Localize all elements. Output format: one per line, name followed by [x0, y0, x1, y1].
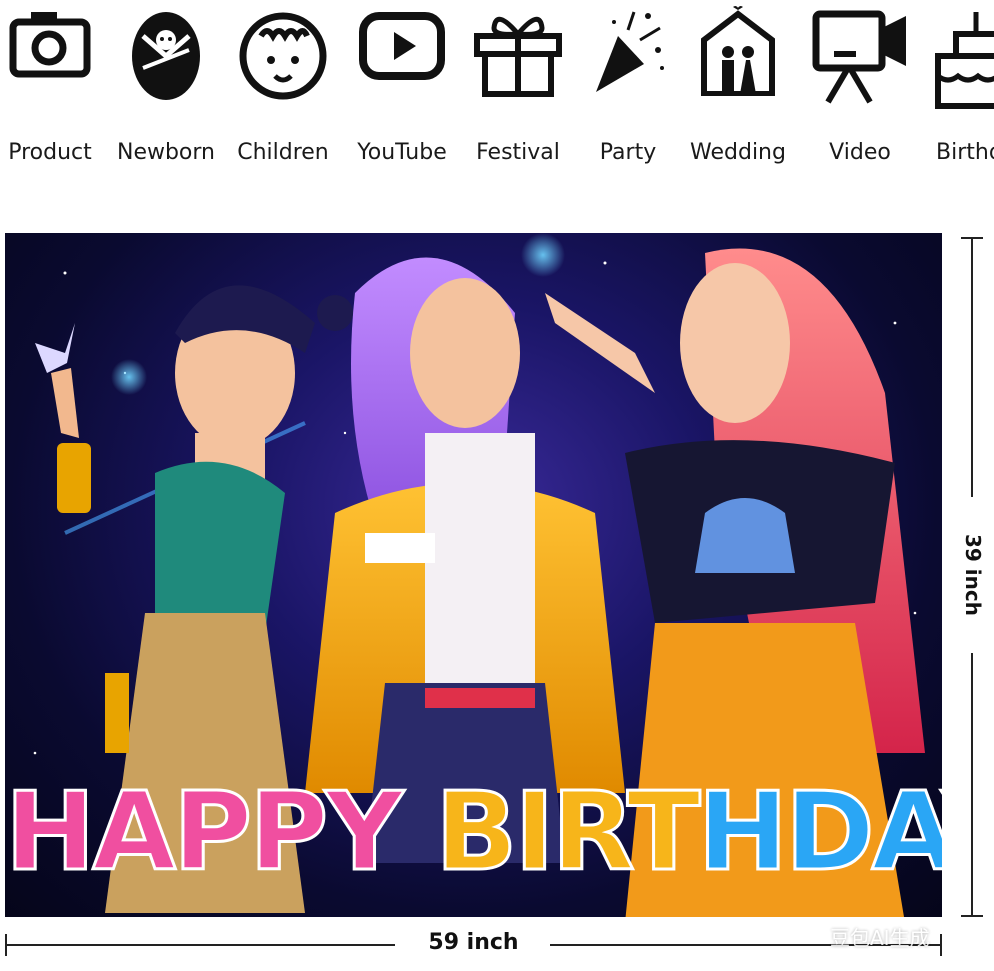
gift-icon [474, 16, 562, 97]
category-video[interactable]: Video [800, 0, 920, 200]
category-label: Newborn [116, 140, 215, 165]
category-label: YouTube [357, 140, 447, 165]
category-newborn[interactable]: Newborn [106, 0, 226, 200]
category-youtube[interactable]: YouTube [342, 0, 462, 200]
category-label: Birthd [936, 140, 994, 165]
category-children[interactable]: Children [223, 0, 343, 200]
category-label: Party [599, 140, 657, 165]
category-label: Children [237, 140, 329, 165]
category-product[interactable]: Product [0, 0, 110, 200]
wedding-icon [701, 6, 775, 96]
category-label: Wedding [690, 140, 786, 165]
height-label: 39 inch [961, 534, 985, 616]
newborn-icon [132, 12, 200, 100]
width-label: 59 inch [428, 930, 519, 955]
birthday-backdrop-image: HAPPY BIRTHDAY [5, 233, 942, 917]
category-label: Video [829, 140, 891, 165]
video-camera-icon [812, 10, 906, 104]
category-label: Product [8, 140, 92, 165]
youtube-icon [359, 12, 445, 80]
height-dimension: 39 inch [955, 233, 991, 917]
width-dimension: 59 inch [5, 928, 942, 968]
headline-word-birt: BIRT [434, 769, 702, 897]
party-popper-icon [596, 11, 664, 92]
birthday-cake-icon [935, 12, 994, 109]
children-icon [239, 12, 327, 100]
category-festival[interactable]: Festival [458, 0, 578, 200]
headline-word-happy: HAPPY [5, 769, 405, 897]
category-label: Festival [476, 140, 560, 165]
headline-word-hday: HDAY [696, 769, 942, 897]
dimension-tick [940, 934, 942, 956]
ai-watermark: 豆包AI生成 [830, 926, 930, 950]
camera-icon [9, 12, 91, 78]
category-birthday[interactable]: Birthd [926, 0, 994, 200]
dimension-tick [961, 915, 983, 917]
dimension-line [971, 653, 973, 915]
category-wedding[interactable]: Wedding [678, 0, 798, 200]
category-party[interactable]: Party [568, 0, 688, 200]
category-icon-row: Product Newborn Children YouTube Festiva… [0, 0, 994, 200]
dimension-line [971, 237, 973, 497]
happy-birthday-headline: HAPPY BIRTHDAY [5, 768, 942, 898]
